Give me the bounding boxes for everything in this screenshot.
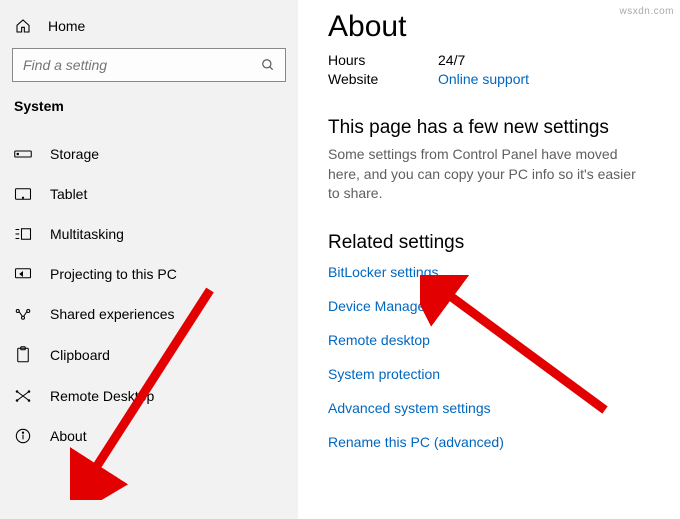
sidebar-item-shared-experiences[interactable]: Shared experiences	[0, 294, 298, 334]
sidebar-item-label: Storage	[50, 146, 99, 162]
sidebar-item-tablet[interactable]: Tablet	[0, 174, 298, 214]
shared-experiences-icon	[14, 307, 32, 321]
new-settings-heading: This page has a few new settings	[328, 117, 662, 139]
hours-row: Hours 24/7	[328, 52, 662, 68]
new-settings-text: Some settings from Control Panel have mo…	[328, 145, 648, 204]
sidebar: Home System Storage Tablet	[0, 0, 298, 519]
sidebar-item-multitasking[interactable]: Multitasking	[0, 214, 298, 254]
sidebar-item-label: Clipboard	[50, 347, 110, 363]
hours-value: 24/7	[438, 52, 465, 68]
sidebar-item-storage[interactable]: Storage	[0, 134, 298, 174]
search-input[interactable]	[23, 57, 261, 73]
search-box[interactable]	[12, 48, 286, 82]
related-link-rename-pc[interactable]: Rename this PC (advanced)	[328, 434, 662, 450]
sidebar-item-label: Projecting to this PC	[50, 266, 177, 282]
page-title: About	[328, 10, 662, 44]
search-icon	[261, 58, 275, 72]
related-link-advanced-system[interactable]: Advanced system settings	[328, 400, 662, 416]
search-wrap	[0, 48, 298, 98]
about-icon	[14, 428, 32, 444]
related-link-device-manager[interactable]: Device Manager	[328, 298, 662, 314]
sidebar-item-clipboard[interactable]: Clipboard	[0, 334, 298, 376]
watermark: wsxdn.com	[619, 6, 674, 17]
related-link-system-protection[interactable]: System protection	[328, 366, 662, 382]
sidebar-item-about[interactable]: About	[0, 416, 298, 456]
sidebar-item-label: Shared experiences	[50, 306, 175, 322]
projecting-icon	[14, 267, 32, 281]
section-label: System	[0, 98, 298, 134]
hours-label: Hours	[328, 52, 398, 68]
main-content: wsxdn.com About Hours 24/7 Website Onlin…	[298, 0, 680, 519]
sidebar-item-label: Remote Desktop	[50, 388, 154, 404]
home-icon	[14, 18, 32, 34]
website-row: Website Online support	[328, 71, 662, 87]
related-link-remote-desktop[interactable]: Remote desktop	[328, 332, 662, 348]
home-button[interactable]: Home	[0, 10, 298, 48]
sidebar-item-label: Multitasking	[50, 226, 124, 242]
related-settings-heading: Related settings	[328, 232, 662, 254]
remote-desktop-icon	[14, 388, 32, 404]
website-link[interactable]: Online support	[438, 71, 529, 87]
home-label: Home	[48, 18, 85, 34]
sidebar-item-label: About	[50, 428, 87, 444]
website-label: Website	[328, 71, 398, 87]
clipboard-icon	[14, 346, 32, 364]
related-link-bitlocker[interactable]: BitLocker settings	[328, 264, 662, 280]
multitasking-icon	[14, 227, 32, 241]
tablet-icon	[14, 187, 32, 201]
sidebar-item-projecting[interactable]: Projecting to this PC	[0, 254, 298, 294]
sidebar-item-label: Tablet	[50, 186, 87, 202]
storage-icon	[14, 147, 32, 161]
sidebar-item-remote-desktop[interactable]: Remote Desktop	[0, 376, 298, 416]
